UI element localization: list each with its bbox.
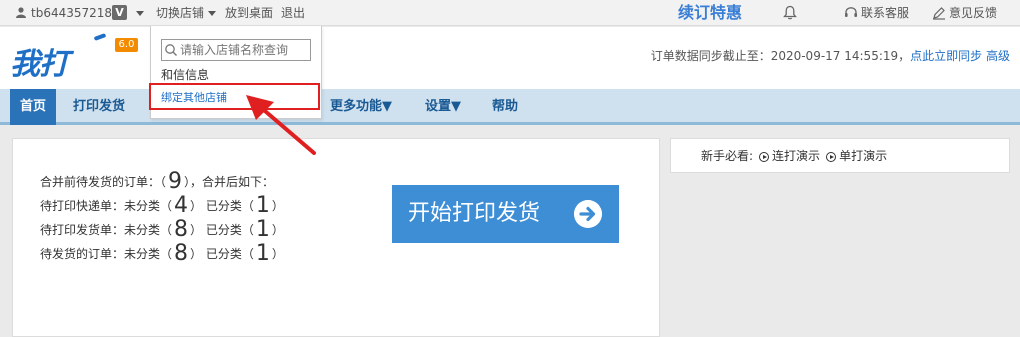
start-print-button[interactable]: 开始打印发货: [392, 185, 619, 243]
total-count[interactable]: 9: [168, 169, 182, 194]
annotation-arrow-icon: [246, 95, 316, 155]
bell-icon[interactable]: [783, 5, 797, 20]
stats-label: 待发货的订单：未分类（: [40, 247, 173, 261]
user-icon: [16, 7, 26, 18]
stats-label: 待打印快递单：未分类（: [40, 199, 173, 213]
stats-label: ）: [271, 223, 284, 237]
stats-row-shipping: 待发货的订单：未分类（8） 已分类（1）: [40, 242, 284, 266]
classified-count[interactable]: 1: [256, 217, 270, 242]
chevron-down-icon: [136, 11, 144, 16]
arrow-right-icon: [574, 200, 602, 228]
switch-shop-menu[interactable]: 切换店铺: [156, 0, 217, 26]
demo-single-link[interactable]: 单打演示: [839, 149, 887, 163]
logout-link[interactable]: 退出: [281, 0, 305, 26]
sync-now-link[interactable]: 点此立即同步: [910, 49, 982, 63]
to-desktop-link[interactable]: 放到桌面: [225, 0, 273, 26]
shop-list-item[interactable]: 和信信息: [161, 66, 209, 83]
logo-accent: [93, 33, 107, 41]
username[interactable]: tb644357218: [31, 0, 112, 26]
switch-shop-label: 切换店铺: [156, 6, 205, 20]
play-icon: [759, 151, 770, 162]
user-menu-caret[interactable]: [132, 0, 144, 26]
stats-row-invoice: 待打印发货单：未分类（8） 已分类（1）: [40, 218, 284, 242]
chevron-down-icon: [208, 11, 217, 16]
tab-help[interactable]: 帮助: [492, 89, 518, 125]
promo-link[interactable]: 续订特惠: [678, 0, 742, 26]
order-stats: 合并前待发货的订单：（9 ），合并后如下： 待打印快递单：未分类（4） 已分类（1…: [40, 170, 284, 266]
stats-label: ），合并后如下：: [184, 175, 275, 189]
classified-count[interactable]: 1: [256, 193, 270, 218]
app-logo: 我打: [10, 47, 69, 82]
newbie-guide: 新手必看: 连打演示 单打演示: [701, 139, 887, 174]
sync-text: 订单数据同步截止至：2020-09-17 14:55:19，: [650, 49, 911, 63]
demo-batch-link[interactable]: 连打演示: [772, 149, 820, 163]
headset-icon: [845, 7, 857, 17]
stats-label: ） 已分类（: [190, 223, 254, 237]
start-print-label: 开始打印发货: [408, 201, 541, 226]
stats-label: ） 已分类（: [190, 199, 254, 213]
stats-label: ） 已分类（: [190, 247, 254, 261]
stats-summary-row: 合并前待发货的订单：（9 ），合并后如下：: [40, 170, 284, 194]
unclassified-count[interactable]: 8: [174, 241, 188, 266]
stats-label: 待打印发货单：未分类（: [40, 223, 173, 237]
feedback-icon: [933, 7, 945, 20]
stats-label: ）: [271, 247, 284, 261]
shop-search-input[interactable]: [161, 39, 311, 61]
version-badge: 6.0: [115, 38, 138, 52]
v-badge: V: [112, 5, 127, 20]
tab-settings[interactable]: 设置▼: [425, 89, 461, 125]
newbie-label: 新手必看:: [701, 149, 754, 163]
search-icon: [165, 44, 177, 56]
stats-label: ）: [271, 199, 284, 213]
sync-status: 订单数据同步截止至：2020-09-17 14:55:19，点此立即同步 高级: [651, 47, 1010, 64]
tab-home[interactable]: 首页: [10, 89, 56, 125]
play-icon: [826, 151, 837, 162]
stats-label: 合并前待发货的订单：（: [40, 175, 167, 189]
feedback-link[interactable]: 意见反馈: [949, 0, 997, 26]
contact-support-link[interactable]: 联系客服: [861, 0, 909, 26]
unclassified-count[interactable]: 8: [174, 217, 188, 242]
advanced-link[interactable]: 高级: [986, 49, 1010, 63]
top-bar: tb644357218 V 切换店铺 放到桌面 退出 续订特惠 联系客服 意见反…: [0, 0, 1020, 26]
tab-print-ship[interactable]: 打印发货: [73, 89, 125, 125]
unclassified-count[interactable]: 4: [174, 193, 188, 218]
tab-more-features[interactable]: 更多功能▼: [330, 89, 392, 125]
stats-row-express: 待打印快递单：未分类（4） 已分类（1）: [40, 194, 284, 218]
classified-count[interactable]: 1: [256, 241, 270, 266]
newbie-panel: 新手必看: 连打演示 单打演示: [670, 138, 1010, 173]
